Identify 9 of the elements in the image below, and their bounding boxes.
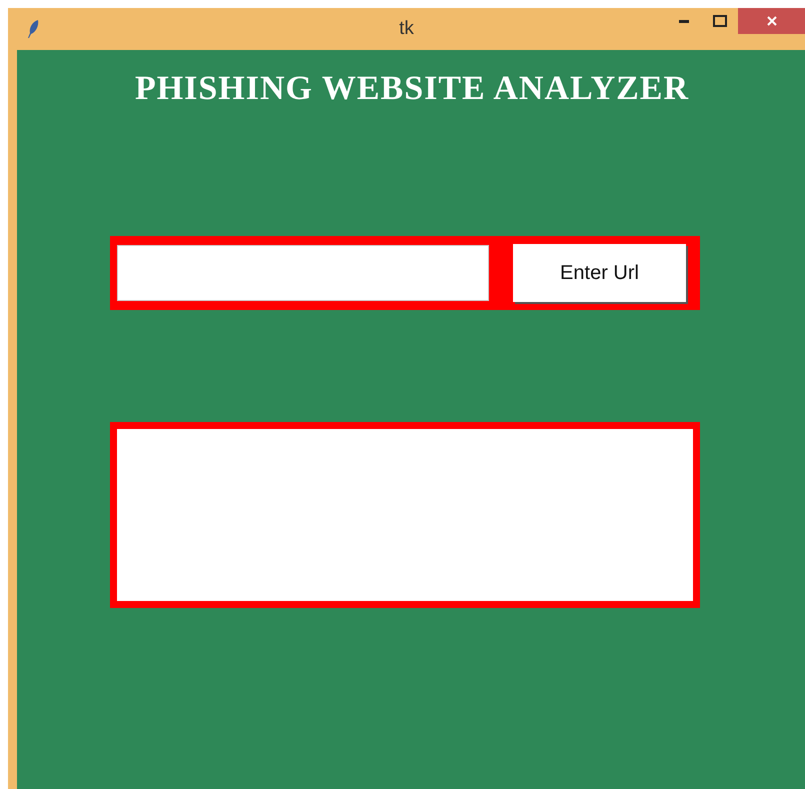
maximize-icon (713, 15, 727, 27)
close-button[interactable] (738, 8, 805, 34)
url-input-field[interactable] (117, 245, 489, 301)
minimize-icon (679, 20, 689, 22)
feather-icon (26, 19, 40, 39)
window-title: tk (399, 18, 414, 40)
app-heading: PHISHING WEBSITE ANALYZER (134, 70, 690, 108)
enter-url-button[interactable]: Enter Url (513, 244, 686, 302)
close-icon (766, 15, 778, 27)
